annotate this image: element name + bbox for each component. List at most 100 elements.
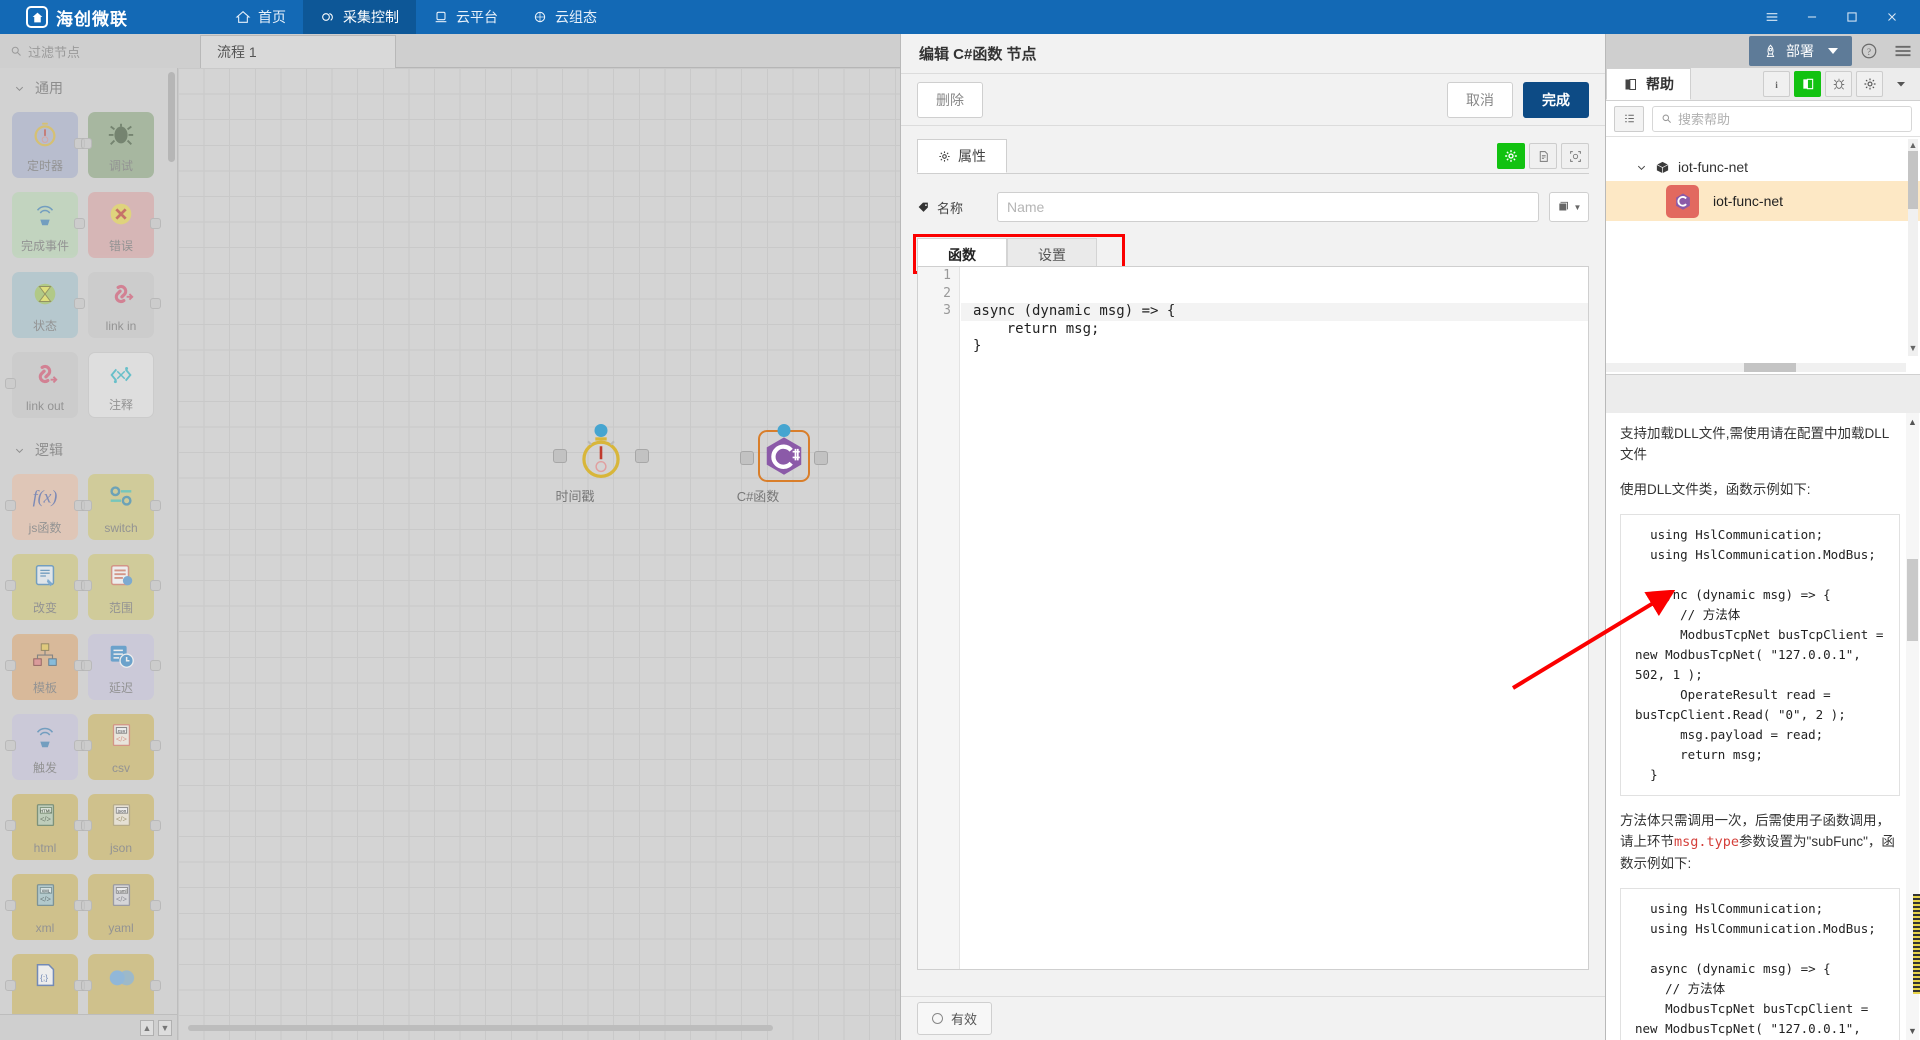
scroll-up-icon[interactable]: ▲	[1908, 139, 1918, 151]
node-port-left[interactable]	[5, 500, 16, 511]
enabled-toggle-button[interactable]: 有效	[917, 1002, 993, 1035]
node-port-left[interactable]	[5, 740, 16, 751]
book-icon-button[interactable]	[1794, 71, 1821, 97]
node-port-right[interactable]	[150, 580, 161, 591]
node-filter-input[interactable]: 过滤节点	[0, 34, 200, 68]
node-port-left[interactable]	[5, 820, 16, 831]
tab-help[interactable]: 帮助	[1606, 68, 1691, 100]
node-port-left[interactable]	[5, 580, 16, 591]
palette-node-join[interactable]	[81, 954, 161, 1020]
description-icon-button[interactable]	[1529, 143, 1557, 169]
list-icon-button[interactable]	[1614, 105, 1644, 132]
palette-group-general[interactable]: 通用	[0, 68, 177, 100]
palette-node-delay[interactable]: 延迟	[81, 634, 161, 700]
palette-node-trigger[interactable]: 触发	[5, 714, 85, 780]
node-port-right[interactable]	[814, 451, 828, 465]
node-port-left[interactable]	[81, 660, 92, 671]
node-port-left[interactable]	[81, 500, 92, 511]
type-select-icon-button[interactable]: ▼	[1549, 192, 1589, 222]
scrollbar-thumb[interactable]	[1908, 151, 1918, 209]
nav-item-collect-control[interactable]: 采集控制	[303, 0, 416, 34]
node-port-left[interactable]	[81, 900, 92, 911]
node-port-left[interactable]	[81, 138, 92, 149]
node-port-right[interactable]	[635, 449, 649, 463]
node-port-left[interactable]	[740, 451, 754, 465]
gear-icon-button[interactable]	[1856, 71, 1883, 97]
palette-node-html[interactable]: HTML </> html	[5, 794, 85, 860]
palette-node-timer[interactable]: 定时器	[12, 112, 85, 178]
palette-node-js-function[interactable]: f(x) js函数	[5, 474, 85, 540]
node-port-left[interactable]	[81, 820, 92, 831]
node-port-right[interactable]	[74, 218, 85, 229]
palette-node-xml[interactable]: XML </> xml	[5, 874, 85, 940]
node-port-right[interactable]	[150, 900, 161, 911]
palette-node-jsonfile[interactable]: {;}	[5, 954, 85, 1020]
scroll-up-icon[interactable]: ▲	[1908, 415, 1917, 429]
palette-node-error[interactable]: 错误	[88, 192, 161, 258]
tree-leaf-iot-func-net[interactable]: iot-func-net	[1606, 181, 1920, 221]
palette-node-template[interactable]: 模板	[5, 634, 85, 700]
node-port-right[interactable]	[150, 500, 161, 511]
palette-node-switch[interactable]: switch	[81, 474, 161, 540]
deploy-button[interactable]: 部署	[1749, 36, 1852, 66]
hamburger-icon[interactable]	[1886, 34, 1920, 68]
palette-node-yaml[interactable]: yaml </> yaml	[81, 874, 161, 940]
node-port-left[interactable]	[5, 660, 16, 671]
info-icon-button[interactable]: i	[1763, 71, 1790, 97]
nav-item-cloud-platform[interactable]: 云平台	[416, 0, 515, 34]
palette-node-comment[interactable]: 注释	[88, 352, 154, 418]
code-content[interactable]: async (dynamic msg) => { return msg; }	[961, 267, 1588, 969]
menu-icon[interactable]	[1752, 0, 1792, 34]
node-port-right[interactable]	[150, 980, 161, 991]
node-port-right[interactable]	[74, 298, 85, 309]
cancel-button[interactable]: 取消	[1447, 81, 1513, 118]
delete-button[interactable]: 删除	[917, 81, 983, 118]
flow-tab-1[interactable]: 流程 1	[200, 35, 396, 68]
node-port-left[interactable]	[553, 449, 567, 463]
chevron-down-icon-button[interactable]	[1887, 71, 1914, 97]
close-icon[interactable]	[1872, 0, 1912, 34]
code-editor[interactable]: 1 2 3 async (dynamic msg) => { return ms…	[917, 266, 1589, 970]
scroll-down-icon[interactable]: ▼	[1908, 1024, 1917, 1038]
palette-scrollbar[interactable]	[168, 72, 175, 162]
nav-item-cloud-config[interactable]: 云组态	[515, 0, 614, 34]
appearance-icon-button[interactable]	[1561, 143, 1589, 169]
tree-vertical-scrollbar[interactable]	[1908, 139, 1918, 356]
chevron-down-icon[interactable]	[1828, 48, 1838, 54]
palette-collapse-up-icon[interactable]: ▲	[140, 1019, 154, 1036]
palette-node-link-in[interactable]: link in	[88, 272, 161, 338]
node-port-left[interactable]	[81, 980, 92, 991]
palette-collapse-down-icon[interactable]: ▼	[158, 1019, 172, 1036]
palette-node-range[interactable]: 范围	[81, 554, 161, 620]
settings-gear-icon-button[interactable]	[1497, 143, 1525, 169]
scrollbar-thumb[interactable]	[1907, 559, 1918, 641]
nav-item-home[interactable]: 首页	[218, 0, 303, 34]
scroll-down-icon[interactable]: ▼	[1908, 342, 1918, 354]
canvas-horizontal-scrollbar[interactable]	[188, 1025, 773, 1031]
palette-node-status[interactable]: 状态	[12, 272, 85, 338]
help-search-input[interactable]: 搜索帮助	[1652, 105, 1912, 132]
node-port-left[interactable]	[5, 900, 16, 911]
palette-node-link-out[interactable]: link out	[5, 352, 78, 418]
name-input[interactable]	[997, 192, 1539, 222]
maximize-icon[interactable]	[1832, 0, 1872, 34]
tab-properties[interactable]: 属性	[917, 139, 1007, 173]
node-port-right[interactable]	[150, 740, 161, 751]
palette-node-complete-event[interactable]: 完成事件	[12, 192, 85, 258]
node-port-right[interactable]	[150, 660, 161, 671]
palette-group-logic[interactable]: 逻辑	[0, 430, 177, 462]
palette-node-change[interactable]: 改变	[5, 554, 85, 620]
done-button[interactable]: 完成	[1523, 81, 1589, 118]
node-port-left[interactable]	[81, 580, 92, 591]
node-port-right[interactable]	[150, 218, 161, 229]
tree-horizontal-scrollbar[interactable]	[1606, 363, 1906, 372]
palette-node-json[interactable]: json </> json	[81, 794, 161, 860]
tree-node-root[interactable]: iot-func-net	[1606, 153, 1920, 181]
node-port-left[interactable]	[81, 740, 92, 751]
minimize-icon[interactable]	[1792, 0, 1832, 34]
node-port-left[interactable]	[5, 378, 16, 389]
node-port-right[interactable]	[150, 298, 161, 309]
scrollbar-thumb[interactable]	[1744, 363, 1796, 372]
node-port-left[interactable]	[5, 980, 16, 991]
palette-node-debug[interactable]: 调试	[81, 112, 154, 178]
